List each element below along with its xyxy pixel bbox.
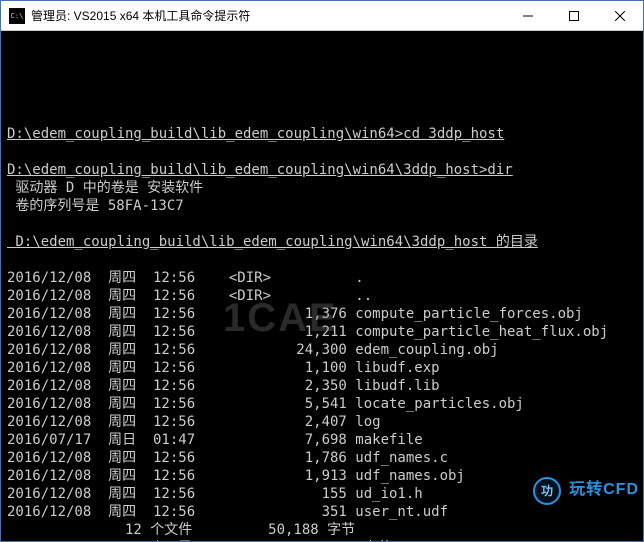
dir-entry: 2016/12/08 周四 12:56 351 user_nt.udf: [7, 503, 637, 521]
dir-entry: 2016/12/08 周四 12:56 <DIR> .: [7, 269, 637, 287]
terminal-window: C:\ 管理员: VS2015 x64 本机工具命令提示符 1CAE 功 玩转C…: [0, 0, 644, 542]
dir-entry: 2016/12/08 周四 12:56 1,376 compute_partic…: [7, 305, 637, 323]
terminal-line: [7, 107, 637, 125]
terminal-line: [7, 215, 637, 233]
dir-entry: 2016/12/08 周四 12:56 1,913 udf_names.obj: [7, 467, 637, 485]
dir-entry: 2016/12/08 周四 12:56 1,786 udf_names.c: [7, 449, 637, 467]
dir-entry: 2016/12/08 周四 12:56 24,300 edem_coupling…: [7, 341, 637, 359]
dir-entry: 2016/07/17 周日 01:47 7,698 makefile: [7, 431, 637, 449]
terminal-line: 驱动器 D 中的卷是 安装软件: [7, 179, 637, 197]
dir-entry: 2016/12/08 周四 12:56 2,350 libudf.lib: [7, 377, 637, 395]
maximize-button[interactable]: [551, 1, 597, 30]
terminal-line: 卷的序列号是 58FA-13C7: [7, 197, 637, 215]
dir-entry: 2016/12/08 周四 12:56 <DIR> ..: [7, 287, 637, 305]
window-controls: [505, 1, 643, 30]
dir-entry: 2016/12/08 周四 12:56 155 ud_io1.h: [7, 485, 637, 503]
app-icon: C:\: [9, 8, 25, 24]
terminal-line: D:\edem_coupling_build\lib_edem_coupling…: [7, 233, 637, 251]
terminal-line: D:\edem_coupling_build\lib_edem_coupling…: [7, 125, 637, 143]
dir-entry: 2016/12/08 周四 12:56 1,100 libudf.exp: [7, 359, 637, 377]
window-title: 管理员: VS2015 x64 本机工具命令提示符: [31, 7, 505, 24]
terminal-output[interactable]: 1CAE 功 玩转CFD D:\edem_coupling_build\lib_…: [1, 31, 643, 541]
terminal-line: D:\edem_coupling_build\lib_edem_coupling…: [7, 161, 637, 179]
terminal-line: [7, 143, 637, 161]
close-button[interactable]: [597, 1, 643, 30]
dir-entry: 2016/12/08 周四 12:56 1,211 compute_partic…: [7, 323, 637, 341]
dir-entry: 2016/12/08 周四 12:56 2,407 log: [7, 413, 637, 431]
minimize-button[interactable]: [505, 1, 551, 30]
terminal-line: [7, 251, 637, 269]
dir-summary: 12 个文件 50,188 字节: [7, 521, 637, 539]
dir-summary: 2 个目录 148,407,291,904 可用字节: [7, 539, 637, 541]
dir-entry: 2016/12/08 周四 12:56 5,541 locate_particl…: [7, 395, 637, 413]
titlebar[interactable]: C:\ 管理员: VS2015 x64 本机工具命令提示符: [1, 1, 643, 31]
